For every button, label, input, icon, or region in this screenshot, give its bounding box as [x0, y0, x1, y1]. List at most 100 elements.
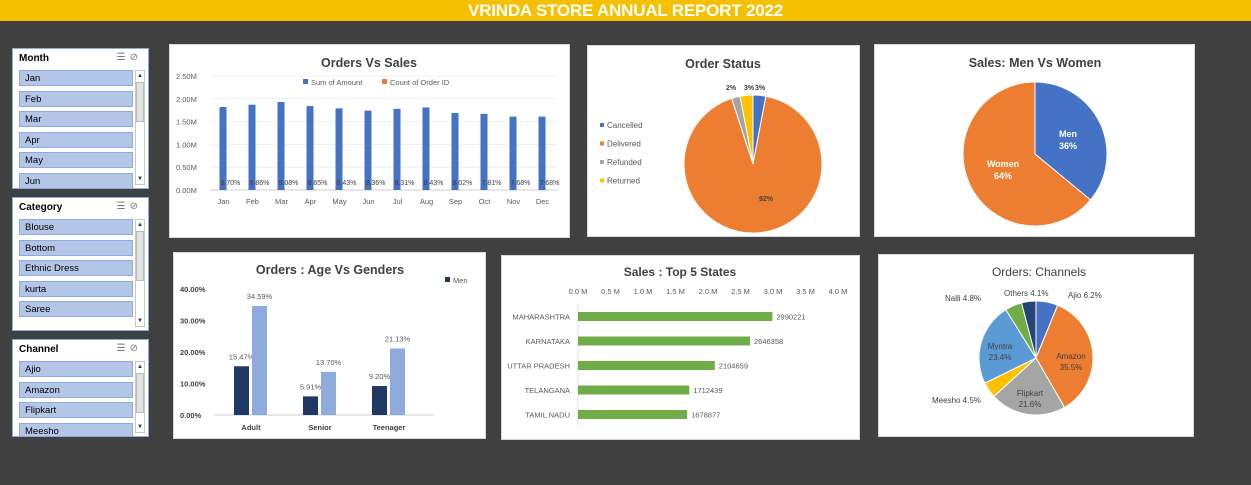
data-label: 34.59%: [247, 292, 273, 301]
y-tick-label: 1.00M: [176, 140, 197, 149]
sales-bar: [335, 108, 343, 190]
order-status-chart: Order Status Cancelled Delivered Refunded Re…: [600, 57, 823, 234]
slicer-item[interactable]: May: [19, 152, 133, 168]
sales-bar: [538, 116, 546, 190]
data-label: 21.6%: [1019, 400, 1042, 409]
data-label: 9.08%: [279, 180, 299, 187]
slicer-item[interactable]: Bottom: [19, 239, 133, 256]
y-tick-label: KARNATAKA: [526, 337, 570, 346]
data-label: 8.31%: [395, 180, 415, 187]
data-label: Myntra: [988, 342, 1013, 351]
data-label: 9.20%: [369, 372, 391, 381]
y-tick-label: UTTAR PRADESH: [507, 362, 570, 371]
y-tick-label: 20.00%: [180, 348, 206, 357]
category-slicer[interactable]: Category ☰⊘ Blouse Bottom Ethnic Dress k…: [12, 197, 149, 331]
scroll-thumb[interactable]: [136, 373, 144, 413]
chart-title: Orders : Age Vs Genders: [256, 263, 404, 277]
data-label: 35.5%: [1060, 363, 1083, 372]
data-label: 2990221: [776, 313, 805, 322]
slicer-scrollbar[interactable]: ▲ ▼: [135, 219, 145, 327]
scroll-down-icon[interactable]: ▼: [136, 316, 144, 326]
slicer-item[interactable]: Apr: [19, 131, 133, 148]
sales-bar: [509, 116, 517, 190]
legend-label: Delivered: [607, 140, 641, 149]
x-tick-label: 3.0 M: [764, 287, 783, 296]
y-tick-label: TELANGANA: [525, 386, 570, 395]
data-label: 1678877: [691, 411, 720, 420]
slicer-item[interactable]: Saree: [19, 301, 133, 317]
scroll-down-icon[interactable]: ▼: [136, 422, 144, 432]
x-tick-label: Dec: [536, 197, 550, 206]
sales-men-women-panel[interactable]: Sales: Men Vs Women Men 36% Women 64%: [874, 44, 1195, 237]
slicer-item[interactable]: Ajio: [19, 361, 133, 377]
x-tick-label: Feb: [246, 197, 259, 206]
slicer-scrollbar[interactable]: ▲ ▼: [135, 70, 145, 185]
sales-bar: [480, 113, 488, 190]
x-tick-label: May: [332, 197, 346, 206]
chart-title: Order Status: [685, 57, 761, 71]
data-label: Ajio 6.2%: [1068, 291, 1102, 300]
slicer-item[interactable]: Meesho: [19, 422, 133, 436]
slicer-item[interactable]: Jun: [19, 172, 133, 188]
orders-age-gender-panel[interactable]: Orders : Age Vs Genders Men 0.00% 10.00% 20.…: [173, 252, 486, 439]
legend-label: Men: [453, 276, 468, 285]
x-tick-label: 2.5 M: [731, 287, 750, 296]
multi-select-icon[interactable]: ☰: [117, 343, 130, 354]
orders-vs-sales-panel[interactable]: Orders Vs Sales Sum of Amount Count of Ord…: [169, 44, 570, 238]
slicer-item[interactable]: Mar: [19, 111, 133, 127]
x-tick-label: Teenager: [373, 423, 406, 432]
data-label: 3%: [744, 85, 755, 92]
order-status-panel[interactable]: Order Status Cancelled Delivered Refunded Re…: [587, 45, 860, 237]
category-slicer-title: Category: [19, 202, 63, 213]
data-label: 8.86%: [250, 180, 270, 187]
slicer-item[interactable]: Jan: [19, 70, 133, 86]
y-tick-label: TAMIL NADU: [525, 411, 570, 420]
data-label: 8.36%: [366, 180, 386, 187]
sales-bar: [248, 104, 256, 190]
clear-filter-icon[interactable]: ⊘: [130, 201, 142, 212]
multi-select-icon[interactable]: ☰: [117, 52, 130, 63]
slicer-item[interactable]: Flipkart: [19, 402, 133, 418]
slicer-item[interactable]: Ethnic Dress: [19, 260, 133, 276]
scroll-thumb[interactable]: [136, 82, 144, 122]
y-tick-label: 30.00%: [180, 317, 206, 326]
scroll-up-icon[interactable]: ▲: [136, 362, 144, 372]
report-header: VRINDA STORE ANNUAL REPORT 2022: [0, 0, 1251, 21]
state-bar: [578, 312, 773, 321]
scroll-down-icon[interactable]: ▼: [136, 174, 144, 184]
top5-states-panel[interactable]: Sales : Top 5 States 0.0 M 0.5 M 1.0 M 1.5 M…: [501, 255, 860, 440]
sales-bar: [451, 112, 459, 190]
x-tick-label: Sep: [449, 197, 462, 206]
month-slicer[interactable]: Month ☰⊘ Jan Feb Mar Apr May Jun ▲ ▼: [12, 48, 149, 189]
sales-men-women-chart: Sales: Men Vs Women Men 36% Women 64%: [962, 56, 1108, 227]
sales-bar: [393, 108, 401, 190]
scroll-up-icon[interactable]: ▲: [136, 71, 144, 81]
orders-channels-panel[interactable]: Orders: Channels Ajio 6.2% Others 4.1% Nall…: [878, 254, 1194, 437]
slicer-item[interactable]: kurta: [19, 280, 133, 297]
legend-swatch: [600, 160, 604, 164]
scroll-thumb[interactable]: [136, 231, 144, 281]
orders-age-gender-chart: Orders : Age Vs Genders Men 0.00% 10.00% 20.…: [180, 263, 468, 432]
slicer-item[interactable]: Feb: [19, 90, 133, 107]
multi-select-icon[interactable]: ☰: [117, 201, 130, 212]
women-bar: [321, 371, 336, 415]
slicer-item[interactable]: Blouse: [19, 219, 133, 235]
slice-label: 36%: [1059, 141, 1077, 151]
slice-label: Women: [987, 159, 1019, 169]
channel-slicer-list: Ajio Amazon Flipkart Meesho: [19, 361, 133, 436]
slicer-scrollbar[interactable]: ▲ ▼: [135, 361, 145, 433]
legend-label: Count of Order ID: [390, 78, 450, 87]
x-tick-label: Jan: [217, 197, 229, 206]
slicer-item[interactable]: Amazon: [19, 381, 133, 398]
data-label: 8.70%: [221, 180, 241, 187]
clear-filter-icon[interactable]: ⊘: [130, 52, 142, 63]
chart-title: Sales : Top 5 States: [624, 265, 737, 279]
data-label: 2104659: [719, 362, 748, 371]
data-label: Amazon: [1056, 352, 1085, 361]
scroll-up-icon[interactable]: ▲: [136, 220, 144, 230]
clear-filter-icon[interactable]: ⊘: [130, 343, 142, 354]
y-tick-label: 0.50M: [176, 163, 197, 172]
legend-label: Sum of Amount: [311, 78, 363, 87]
legend-swatch: [382, 79, 387, 84]
channel-slicer[interactable]: Channel ☰⊘ Ajio Amazon Flipkart Meesho ▲…: [12, 339, 149, 437]
